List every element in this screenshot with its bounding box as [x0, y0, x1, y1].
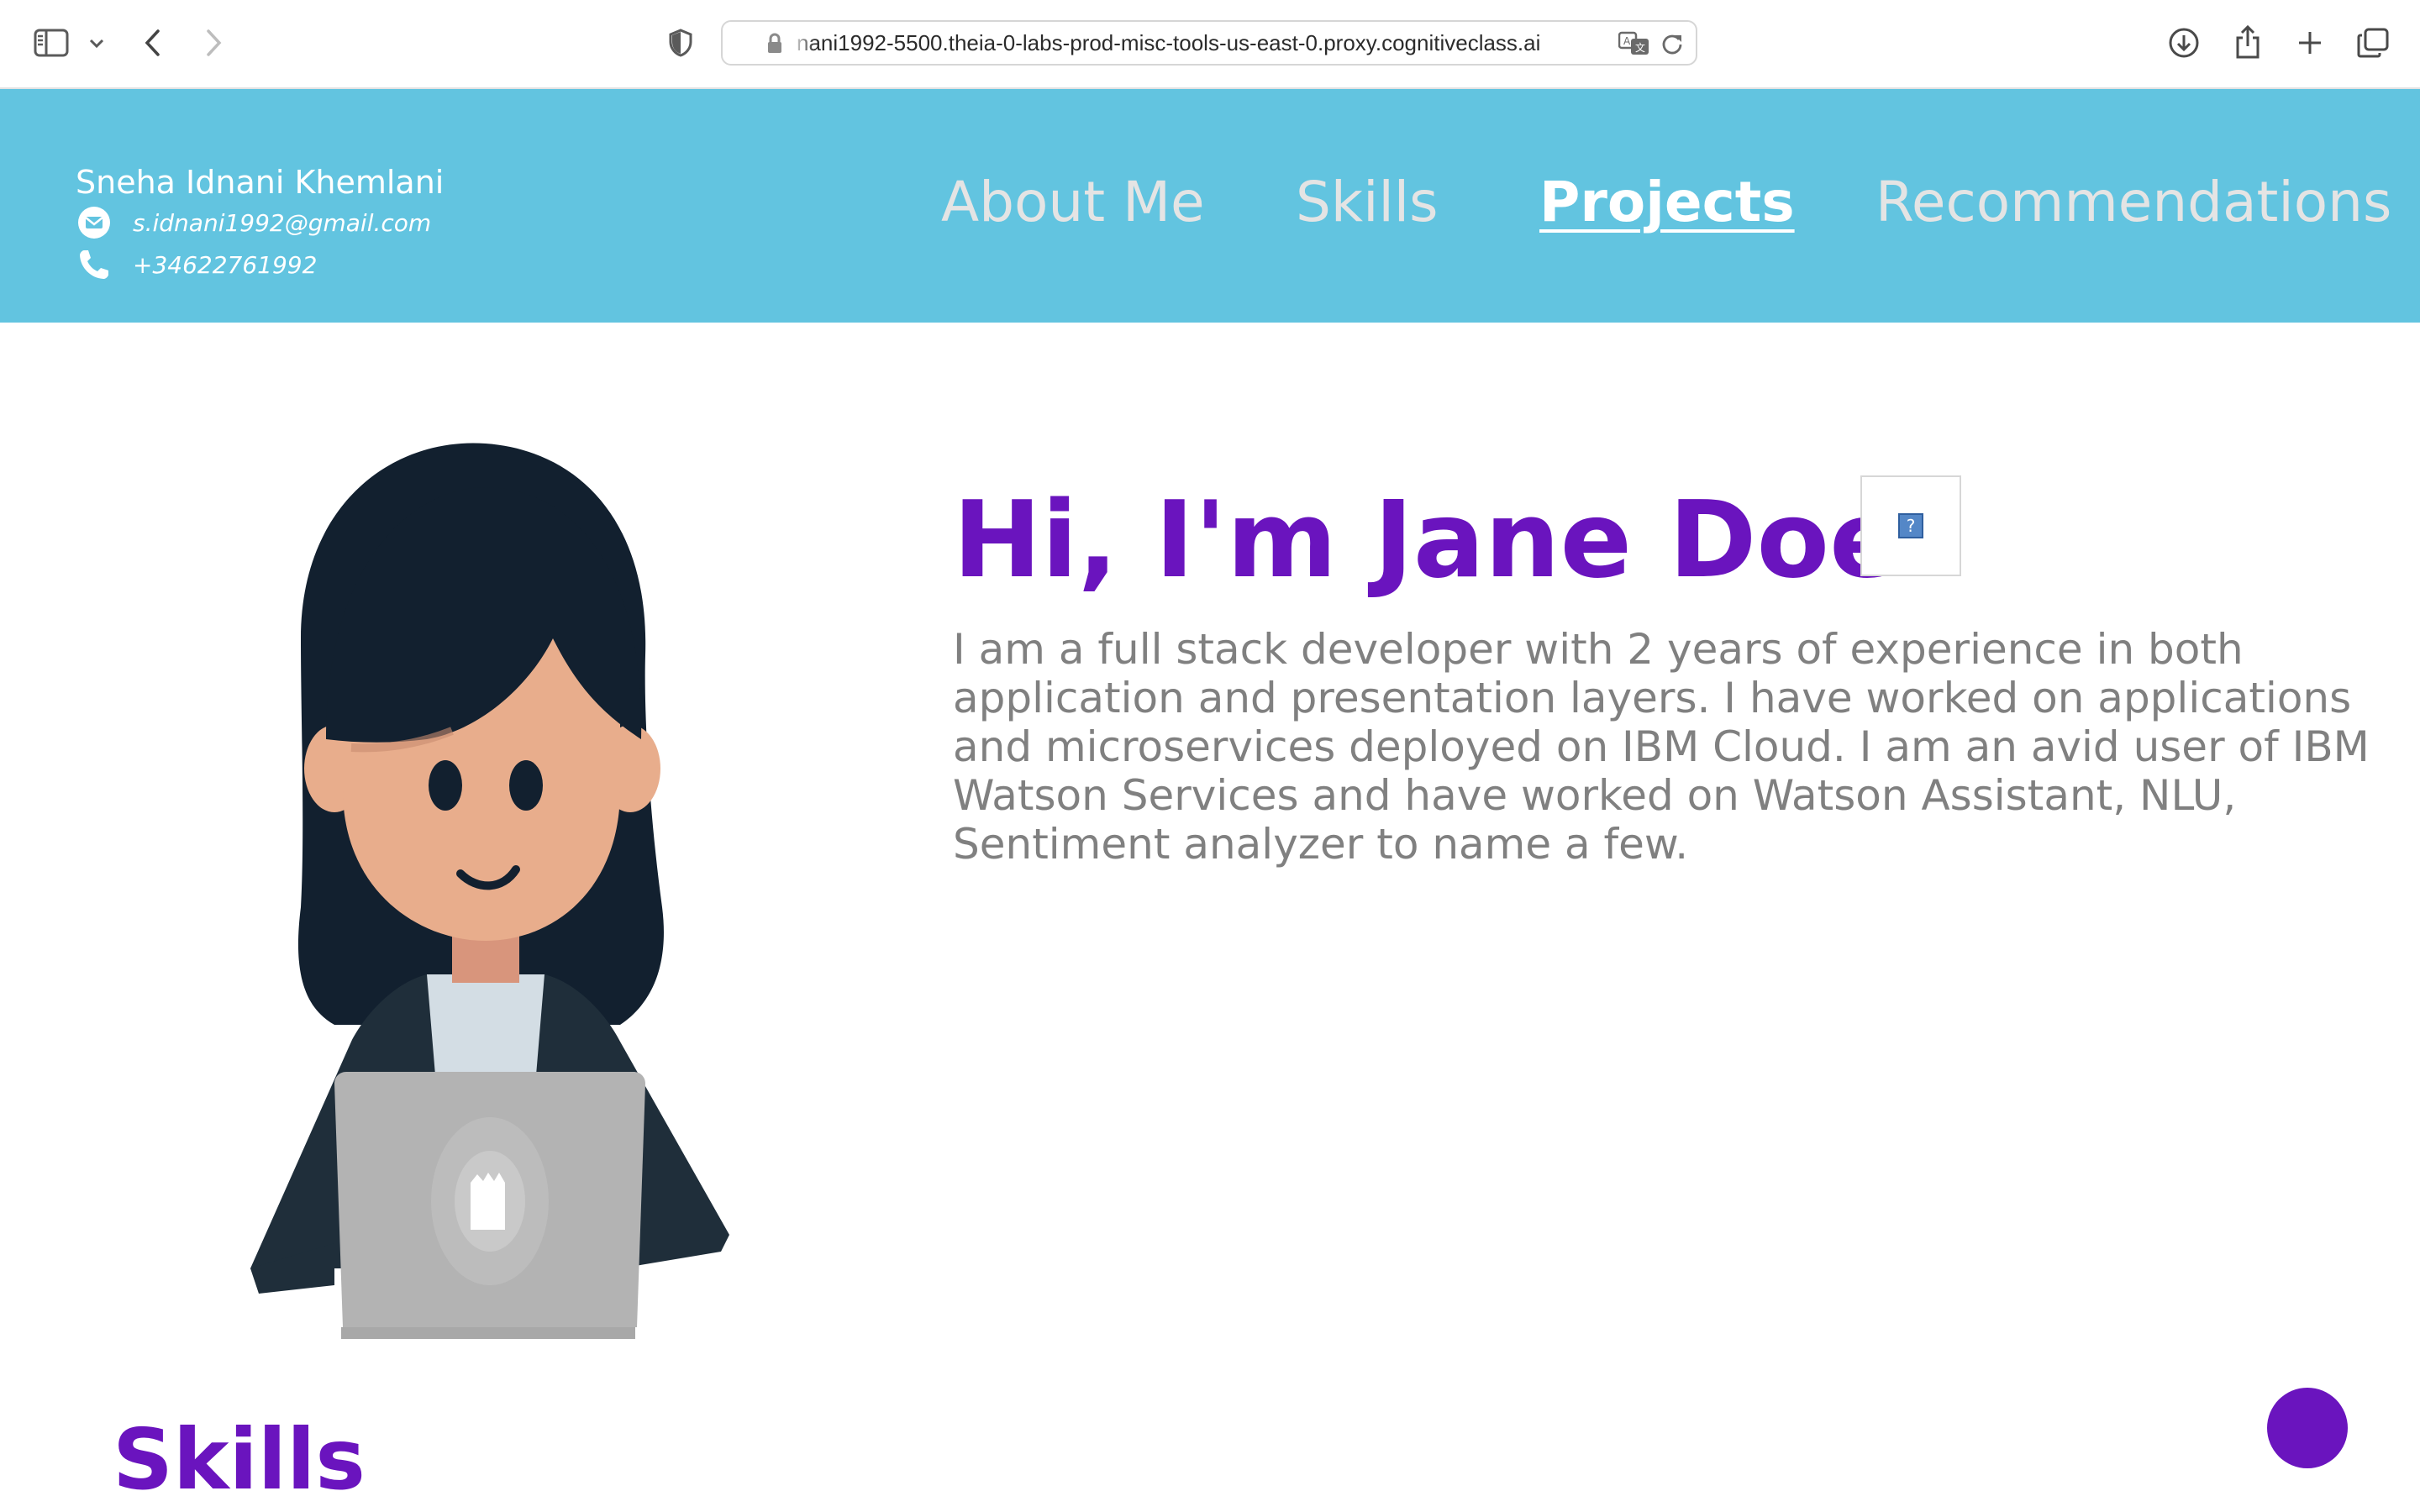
- svg-text:文: 文: [1635, 41, 1645, 54]
- phone-link[interactable]: +34622761992: [133, 251, 317, 279]
- sidebar-icon[interactable]: [32, 25, 71, 60]
- broken-image-icon: ?: [1860, 475, 1961, 576]
- shield-icon[interactable]: [664, 25, 697, 60]
- nav-about-me[interactable]: About Me: [941, 165, 1205, 240]
- address-bar[interactable]: nani1992-5500.theia-0-labs-prod-misc-too…: [721, 20, 1697, 66]
- nav-recommendations[interactable]: Recommendations: [1876, 165, 2391, 240]
- url-text: nani1992-5500.theia-0-labs-prod-misc-too…: [797, 30, 1541, 55]
- forward-icon[interactable]: [197, 24, 230, 62]
- share-icon[interactable]: [2230, 22, 2265, 62]
- chevron-down-icon[interactable]: [84, 32, 109, 55]
- browser-toolbar: nani1992-5500.theia-0-labs-prod-misc-too…: [0, 0, 2420, 89]
- phone-row: +34622761992: [76, 244, 444, 286]
- main-nav: About Me Skills Projects Recommendations: [0, 165, 2420, 240]
- svg-text:A: A: [1623, 35, 1631, 47]
- nav-projects[interactable]: Projects: [1539, 165, 1795, 240]
- translate-icon[interactable]: A文: [1618, 31, 1650, 56]
- hero-title: Hi, I'm Jane Doe!: [953, 478, 1949, 601]
- broken-image-glyph: ?: [1898, 513, 1923, 538]
- hero-intro: I am a full stack developer with 2 years…: [953, 625, 2370, 869]
- developer-illustration: [250, 443, 729, 1339]
- reload-icon[interactable]: [1660, 32, 1684, 55]
- back-icon[interactable]: [136, 24, 170, 62]
- phone-icon: [76, 246, 113, 283]
- tabs-overview-icon[interactable]: [2354, 25, 2391, 60]
- floating-action-button[interactable]: [2267, 1388, 2348, 1468]
- lock-icon: [766, 33, 783, 55]
- skills-heading: Skills: [113, 1410, 366, 1509]
- site-header: Sneha Idnani Khemlani s.idnani1992@gmail…: [0, 89, 2420, 323]
- nav-skills[interactable]: Skills: [1296, 165, 1439, 240]
- download-icon[interactable]: [2166, 25, 2202, 60]
- new-tab-icon[interactable]: [2292, 25, 2328, 60]
